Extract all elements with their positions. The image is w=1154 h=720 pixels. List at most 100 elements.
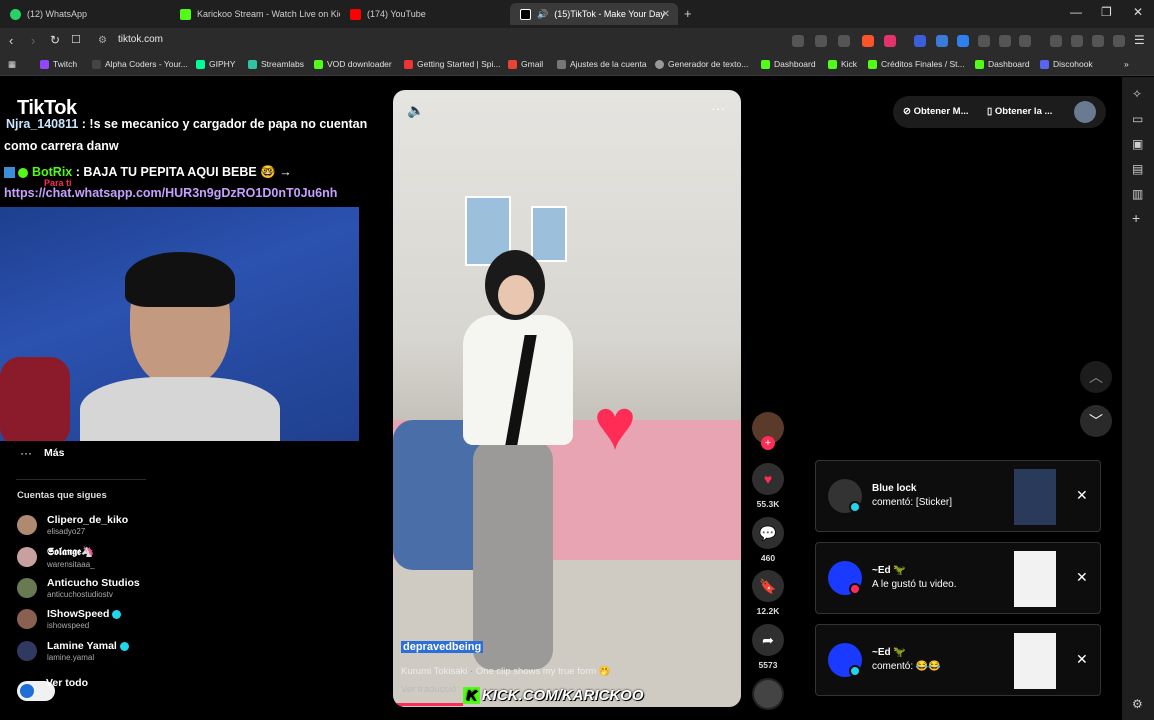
like-button[interactable]: ♥ 55.3K [752, 463, 784, 509]
bookmark-account-settings[interactable]: Ajustes de la cuenta [557, 59, 647, 69]
heart-icon: ♥ [752, 463, 784, 495]
add-panel-icon[interactable]: + [1132, 210, 1140, 226]
bookmark-text-generator[interactable]: Generador de texto... [655, 59, 748, 69]
more-link[interactable]: Más [44, 447, 64, 459]
bookmark-spicetify[interactable]: Getting Started | Spi... [404, 59, 500, 69]
wallet-icon[interactable] [1071, 35, 1083, 47]
notification-card[interactable]: ~Ed 🦖 A le gustó tu video. ✕ [815, 542, 1101, 614]
bookmarks-icon[interactable]: ▤ [1132, 162, 1143, 176]
bookmark-twitch[interactable]: Twitch [40, 59, 77, 69]
bookmark-alpha-coders[interactable]: Alpha Coders - Your... [92, 59, 188, 69]
tab-tiktok[interactable]: 🔊 (15)TikTok - Make Your Day ✕ [510, 3, 678, 25]
extension-icon[interactable] [957, 35, 969, 47]
bookmark-gmail[interactable]: Gmail [508, 59, 543, 69]
apps-icon[interactable]: ▦ [8, 59, 16, 70]
bookmark-dashboard[interactable]: Dashboard [761, 59, 816, 69]
bookmark-label: Dashboard [988, 59, 1030, 69]
followed-account[interactable]: Anticucho Studios anticuchostudiostv [17, 577, 140, 599]
translate-link[interactable]: Ver traducció [401, 684, 456, 695]
cast-icon[interactable] [815, 35, 827, 47]
notification-thumbnail[interactable] [1014, 633, 1056, 689]
close-icon[interactable]: ✕ [1076, 487, 1088, 504]
volume-icon[interactable]: 🔈 [407, 102, 424, 119]
more-options-icon[interactable]: ··· [711, 100, 725, 116]
followed-account[interactable]: IShowSpeed ishowspeed [17, 608, 122, 630]
tab-whatsapp[interactable]: (12) WhatsApp [0, 3, 170, 25]
giphy-icon [196, 59, 205, 69]
followed-account[interactable]: Lamine Yamal lamine.yamal [17, 640, 129, 662]
profile-avatar[interactable] [1074, 101, 1096, 123]
bookmark-dashboard-2[interactable]: Dashboard [975, 59, 1030, 69]
bookmark-giphy[interactable]: GIPHY [196, 59, 235, 69]
vpn-icon[interactable] [1113, 35, 1125, 47]
comment-button[interactable]: 💬 460 [752, 517, 784, 563]
save-button[interactable]: 🔖 12.2K [752, 570, 784, 616]
extension-icon[interactable] [792, 35, 804, 47]
puzzle-icon[interactable] [999, 35, 1011, 47]
tab-kick[interactable]: Karickoo Stream - Watch Live on Kick [170, 3, 340, 25]
url-field[interactable]: tiktok.com [118, 34, 163, 45]
brave-rewards-icon[interactable] [884, 35, 896, 47]
bookmark-label: Getting Started | Spi... [417, 59, 501, 69]
chat-link[interactable]: https://chat.whatsapp.com/HUR3n9gDzRO1D0… [4, 186, 337, 200]
for-you-label[interactable]: Para ti [44, 178, 72, 188]
leo-icon[interactable] [1092, 35, 1104, 47]
extension-icon[interactable] [1019, 35, 1031, 47]
sidebar-toggle-icon[interactable] [1050, 35, 1062, 47]
leo-ai-icon[interactable]: ✧ [1132, 87, 1142, 101]
music-disc-button[interactable] [752, 678, 784, 710]
get-coins-button[interactable]: ⊘ Obtener M... [903, 106, 969, 117]
tab-youtube[interactable]: (174) YouTube [340, 3, 508, 25]
reload-icon[interactable]: ↻ [50, 33, 60, 47]
author-avatar-button[interactable]: + [752, 412, 784, 450]
site-info-icon[interactable]: ⚙ [98, 35, 107, 46]
notification-card[interactable]: ~Ed 🦖 comentó: 😂😂 ✕ [815, 624, 1101, 696]
tab-label: Karickoo Stream - Watch Live on Kick [197, 9, 340, 19]
back-icon[interactable]: ‹ [9, 33, 13, 48]
new-tab-button[interactable]: + [684, 6, 692, 21]
see-all-link[interactable]: Ver todo [46, 677, 88, 689]
maximize-button[interactable]: ❐ [1101, 5, 1112, 19]
like-count: 55.3K [756, 499, 780, 509]
extension-icon[interactable] [936, 35, 948, 47]
bookmark-discohook[interactable]: Discohook [1040, 59, 1093, 69]
bookmark-icon[interactable]: ☐ [71, 33, 81, 46]
notification-card[interactable]: Blue lock comentó: [Sticker] ✕ [815, 460, 1101, 532]
bookmark-streamlabs[interactable]: Streamlabs [248, 59, 304, 69]
brave-shield-icon[interactable] [862, 35, 874, 47]
follow-plus-icon[interactable]: + [761, 436, 775, 450]
scroll-down-button[interactable]: ﹀ [1080, 405, 1112, 437]
video-icon[interactable]: ▭ [1132, 112, 1143, 126]
close-tab-icon[interactable]: ✕ [662, 9, 670, 20]
wallet-icon[interactable]: ▣ [1132, 137, 1143, 151]
get-app-button[interactable]: ▯ Obtener la ... [987, 106, 1052, 117]
followed-account[interactable]: Clipero_de_kiko elisadyo27 [17, 514, 128, 536]
settings-gear-icon[interactable]: ⚙ [1132, 697, 1143, 711]
progress-bar[interactable] [393, 703, 463, 706]
more-dots-icon[interactable]: ··· [20, 446, 32, 460]
bookmark-kick[interactable]: Kick [828, 59, 857, 69]
close-icon[interactable]: ✕ [1076, 569, 1088, 586]
video-player[interactable]: ♥ 🔈 ··· depravedbeing Kurumi Tokisaki · … [393, 90, 741, 707]
minimize-button[interactable]: — [1070, 5, 1082, 19]
notification-thumbnail[interactable] [1014, 551, 1056, 607]
close-window-button[interactable]: ✕ [1133, 5, 1143, 19]
extension-icon[interactable] [978, 35, 990, 47]
close-icon[interactable]: ✕ [1076, 651, 1088, 668]
menu-icon[interactable]: ☰ [1134, 33, 1145, 47]
bookmark-vod-downloader[interactable]: VOD downloader [314, 59, 392, 69]
video-author[interactable]: depravedbeing [401, 641, 484, 653]
share-button[interactable]: ➦ 5573 [752, 624, 784, 670]
music-artist[interactable]: Kurumi Tokisaki [401, 666, 467, 677]
followed-account[interactable]: 𝕾𝖔𝖑𝖆𝖓𝖌𝖊🦄 warensitaaa_ [17, 545, 95, 569]
forward-icon[interactable]: › [31, 33, 35, 48]
extension-icon[interactable] [914, 35, 926, 47]
share-icon[interactable] [838, 35, 850, 47]
music-disc-icon [752, 678, 784, 710]
more-bookmarks-icon[interactable]: » [1124, 59, 1129, 69]
bookmark-creditos[interactable]: Créditos Finales / St... [868, 59, 965, 69]
scroll-up-button[interactable]: ︿ [1080, 361, 1112, 393]
youtube-icon [350, 8, 361, 20]
notification-thumbnail[interactable] [1014, 469, 1056, 525]
reading-list-icon[interactable]: ▥ [1132, 187, 1143, 201]
